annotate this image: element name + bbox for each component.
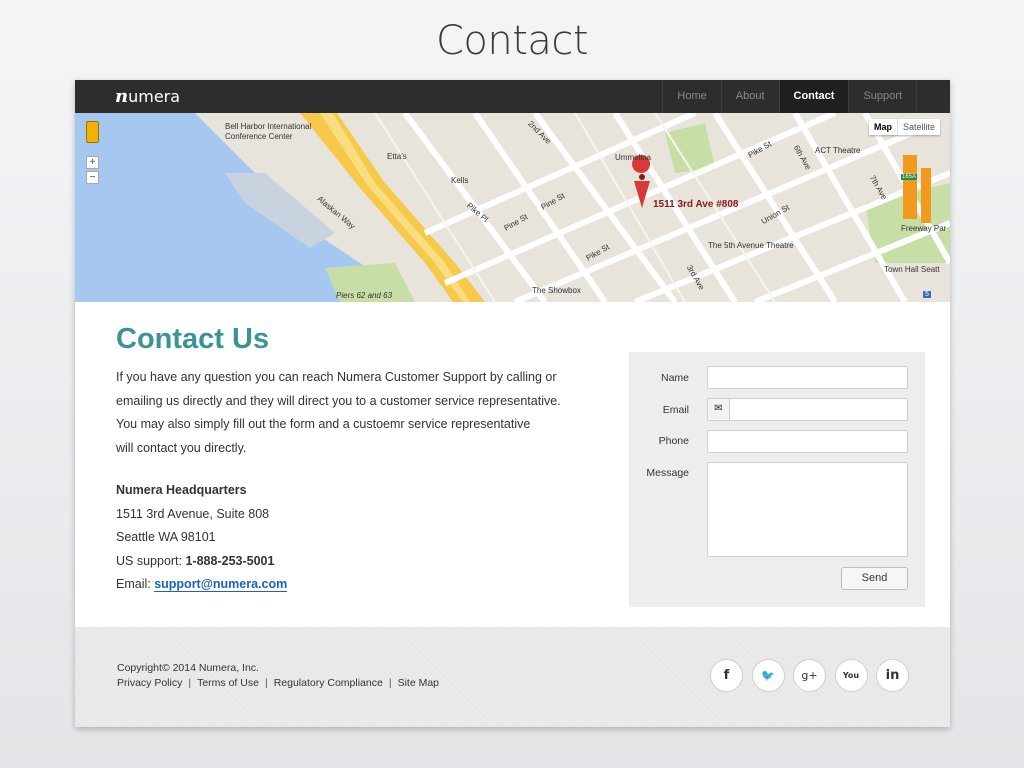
link-separator: |	[388, 677, 392, 689]
nav-about[interactable]: About	[720, 80, 779, 113]
intro-line: If you have any question you can reach N…	[116, 370, 557, 384]
map-type-toggle: Map Satellite	[868, 119, 940, 135]
map-label: ACT Theatre	[815, 146, 861, 155]
location-map[interactable]: + − Map Satellite Bell Harbor Internatio…	[75, 113, 950, 302]
nav-menu: Home About Contact Support	[662, 80, 917, 113]
map-label: Kells	[451, 176, 469, 185]
contact-intro: If you have any question you can reach N…	[116, 366, 616, 460]
intro-line: You may also simply fill out the form an…	[116, 417, 531, 431]
support-email-link[interactable]: support@numera.com	[154, 577, 288, 592]
facebook-icon[interactable]: f	[710, 659, 743, 692]
logo-mark: n	[115, 86, 129, 107]
site-map-link[interactable]: Site Map	[398, 677, 439, 689]
privacy-policy-link[interactable]: Privacy Policy	[117, 677, 182, 689]
browser-page: numera Home About Contact Support + − Ma…	[75, 80, 950, 727]
contact-form: Name Email ✉ Phone Message Send	[629, 352, 925, 607]
map-label: Freeway Par	[901, 224, 947, 233]
linkedin-icon[interactable]: in	[876, 659, 909, 692]
interstate-shield-icon: 5	[923, 291, 931, 298]
intro-line: will contact you directly.	[116, 440, 247, 455]
nav-home[interactable]: Home	[662, 80, 720, 113]
terms-of-use-link[interactable]: Terms of Use	[197, 677, 259, 689]
support-phone[interactable]: 1-888-253-5001	[185, 554, 274, 568]
street-view-pegman-icon[interactable]	[86, 121, 99, 143]
headquarters-info: Numera Headquarters 1511 3rd Avenue, Sui…	[116, 479, 288, 597]
nav-contact[interactable]: Contact	[778, 80, 849, 113]
name-field[interactable]	[707, 366, 908, 389]
hq-address-line: 1511 3rd Avenue, Suite 808	[116, 506, 270, 521]
satellite-view-button[interactable]: Satellite	[896, 119, 940, 135]
envelope-icon: ✉	[708, 399, 730, 420]
name-label: Name	[660, 372, 689, 384]
contact-heading: Contact Us	[116, 323, 270, 355]
zoom-out-button[interactable]: −	[86, 171, 99, 184]
copyright-text: Copyright© 2014 Numera, Inc.	[117, 662, 259, 674]
regulatory-compliance-link[interactable]: Regulatory Compliance	[274, 677, 383, 689]
twitter-icon[interactable]: 🐦	[751, 659, 785, 692]
phone-label: Phone	[658, 435, 689, 447]
support-phone-line: US support: 1-888-253-5001	[116, 550, 287, 574]
email-label: Email:	[116, 577, 155, 591]
email-field[interactable]: ✉	[707, 398, 908, 421]
link-separator: |	[264, 677, 268, 689]
send-button[interactable]: Send	[841, 567, 908, 590]
map-canvas	[75, 113, 950, 302]
footer-links: Privacy Policy | Terms of Use | Regulatory C…	[117, 677, 439, 689]
map-label: Etta's	[387, 152, 407, 161]
youtube-icon[interactable]: You	[834, 659, 868, 692]
nav-support[interactable]: Support	[848, 80, 917, 113]
google-plus-icon[interactable]: g+	[793, 659, 826, 692]
zoom-in-button[interactable]: +	[86, 156, 99, 169]
intro-line: emailing us directly and they will direc…	[116, 393, 561, 408]
map-label: The Showbox	[532, 286, 581, 295]
email-line: Email: support@numera.com	[116, 573, 288, 597]
logo-text: umera	[128, 87, 181, 106]
map-marker-label: 1511 3rd Ave #808	[653, 199, 739, 210]
email-label: Email	[662, 404, 689, 416]
phone-field[interactable]	[707, 430, 908, 453]
numera-logo[interactable]: numera	[115, 86, 180, 107]
map-label: Ummelina	[615, 153, 652, 162]
social-links: f 🐦 g+ You in	[710, 659, 918, 692]
map-label: The 5th Avenue Theatre	[708, 241, 794, 250]
hq-city-line: Seattle WA 98101	[116, 530, 216, 544]
map-label: Town Hall Seatt	[884, 265, 940, 274]
hq-title: Numera Headquarters	[116, 483, 247, 497]
message-textarea[interactable]	[707, 462, 908, 557]
message-label: Message	[646, 467, 689, 479]
page-footer: Copyright© 2014 Numera, Inc. Privacy Pol…	[75, 627, 950, 727]
support-label: US support:	[116, 553, 186, 568]
slide-title: Contact	[435, 18, 589, 64]
map-view-button[interactable]: Map	[869, 119, 897, 135]
map-label: Conference Center	[225, 132, 293, 141]
link-separator: |	[188, 677, 192, 689]
map-label: Bell Harbor International	[225, 122, 312, 131]
highway-shield-icon: 165A	[901, 174, 918, 180]
top-navbar: numera Home About Contact Support	[75, 80, 950, 113]
map-label: Piers 62 and 63	[336, 291, 393, 300]
